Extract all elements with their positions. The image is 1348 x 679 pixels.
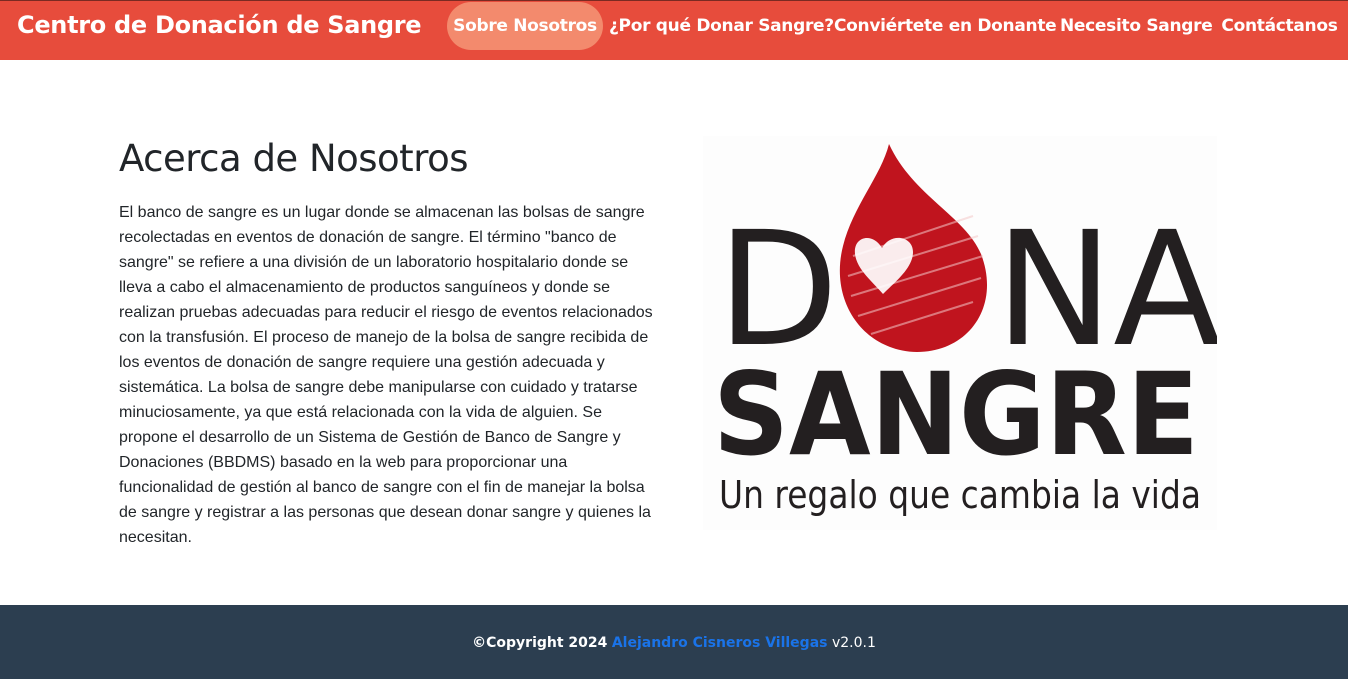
page-title: Acerca de Nosotros [119, 137, 469, 180]
logo-tagline: Un regalo que cambia la vida [719, 473, 1201, 517]
about-description: El banco de sangre es un lugar donde se … [119, 204, 653, 546]
copyright-text: ©Copyright 2024 [472, 635, 608, 651]
brand-title[interactable]: Centro de Donación de Sangre [17, 11, 422, 39]
top-navbar: Centro de Donación de Sangre Sobre Nosot… [0, 0, 1348, 60]
author-link[interactable]: Alejandro Cisneros Villegas [612, 635, 828, 651]
footer: ©Copyright 2024 Alejandro Cisneros Ville… [0, 605, 1348, 679]
logo-graphic: D NA SANGRE Un regalo que cambia la vida [713, 144, 1221, 517]
nav-link-sobre-nosotros[interactable]: Sobre Nosotros [447, 2, 603, 50]
nav-link-contactanos[interactable]: Contáctanos [1221, 2, 1338, 50]
version-text: v2.0.1 [831, 635, 876, 651]
nav-link-conviertete-donante[interactable]: Conviértete en Donante [834, 2, 1057, 50]
nav-link-por-que-donar[interactable]: ¿Por qué Donar Sangre? [609, 2, 834, 50]
footer-line: ©Copyright 2024 Alejandro Cisneros Ville… [0, 635, 1348, 651]
nav-link-necesito-sangre[interactable]: Necesito Sangre [1060, 2, 1213, 50]
logo-word-sangre: SANGRE [713, 348, 1199, 481]
dona-sangre-logo: D NA SANGRE Un regalo que cambia la vida [703, 136, 1221, 530]
